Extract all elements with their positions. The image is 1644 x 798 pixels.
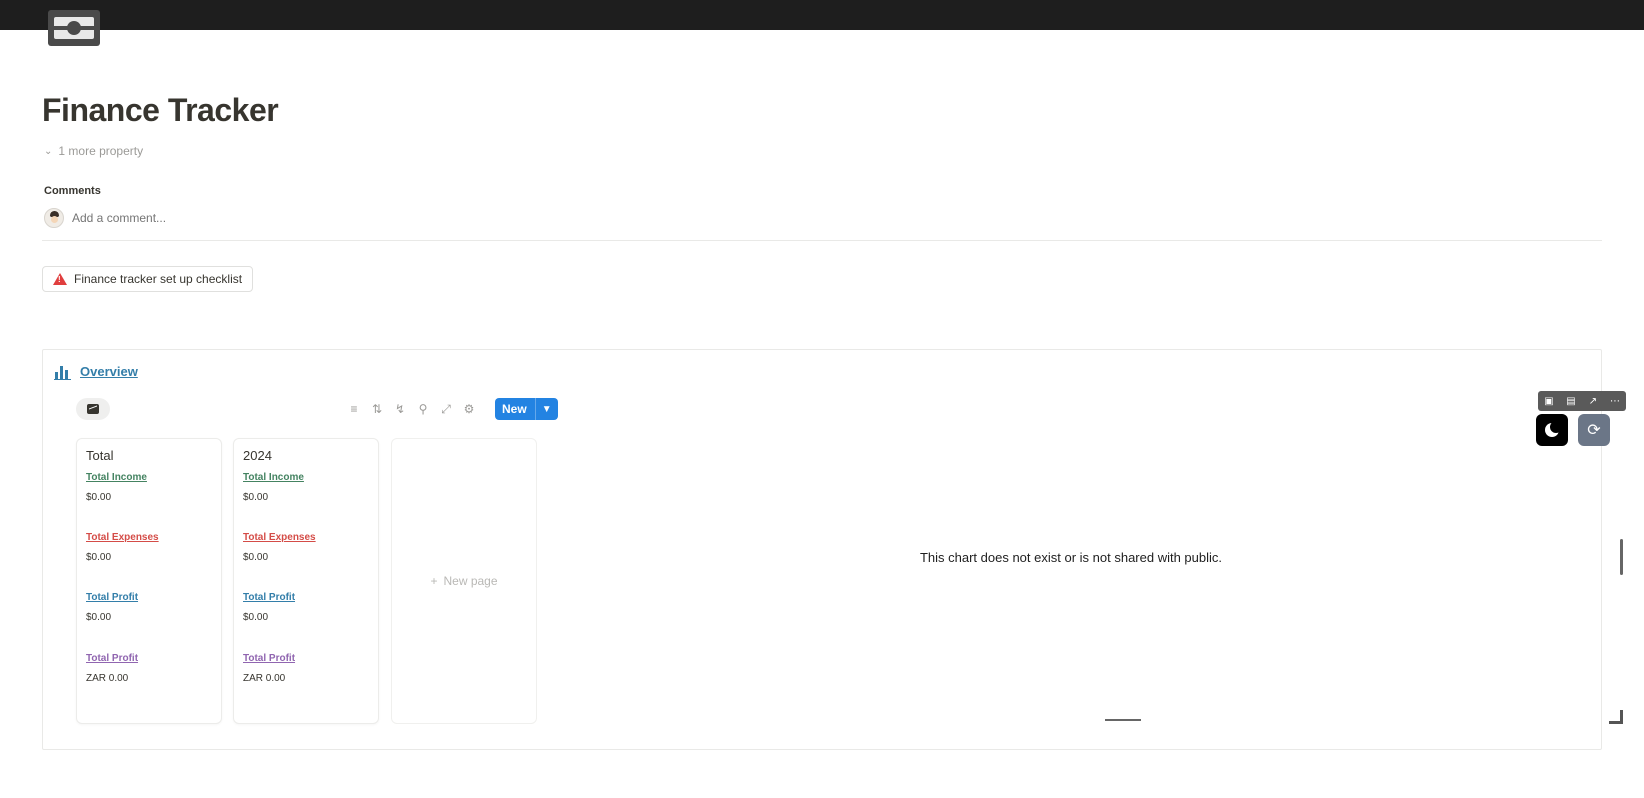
expand-icon[interactable]: ⤢	[437, 399, 455, 419]
refresh-icon: ⟳	[1587, 422, 1601, 439]
embed-toolbar: ▣ ▤ ↗ ⋯	[1538, 391, 1626, 411]
comment-icon[interactable]: ▣	[1538, 391, 1560, 411]
dark-mode-button[interactable]	[1536, 414, 1568, 446]
overview-header: Overview	[54, 364, 138, 380]
checklist-link-button[interactable]: Finance tracker set up checklist	[42, 266, 254, 292]
new-button[interactable]: New ▼	[495, 398, 558, 420]
page-title[interactable]: Finance Tracker	[42, 92, 279, 129]
new-page-label: New page	[443, 574, 498, 588]
field-value-total-expenses: $0.00	[86, 552, 112, 563]
field-value-total-profit: $0.00	[86, 612, 112, 623]
card-title: 2024	[243, 448, 272, 463]
more-options-icon[interactable]: ⋯	[1604, 391, 1626, 411]
comment-input[interactable]	[72, 211, 372, 225]
caption-icon[interactable]: ▤	[1560, 391, 1582, 411]
warning-icon	[53, 273, 67, 285]
new-button-label: New	[502, 402, 527, 416]
field-label-total-profit[interactable]: Total Profit	[243, 592, 295, 603]
database-toolbar: ≡ ⇅ ↯ ⚲ ⤢ ⚙ New ▼	[345, 398, 558, 420]
field-value-total-income: $0.00	[86, 492, 112, 503]
field-label-total-profit-zar[interactable]: Total Profit	[243, 653, 295, 664]
field-value-total-income: $0.00	[243, 492, 269, 503]
comments-label: Comments	[44, 185, 101, 197]
field-label-total-profit[interactable]: Total Profit	[86, 592, 138, 603]
open-external-icon[interactable]: ↗	[1582, 391, 1604, 411]
board-card-total[interactable]: Total Total Income $0.00 Total Expenses …	[76, 438, 222, 724]
avatar	[44, 208, 64, 228]
checklist-label: Finance tracker set up checklist	[74, 272, 243, 286]
chevron-down-icon: ⌄	[44, 145, 53, 157]
field-label-total-income[interactable]: Total Income	[86, 472, 147, 483]
field-label-total-income[interactable]: Total Income	[243, 472, 304, 483]
horizontal-scrollbar[interactable]	[1105, 719, 1141, 721]
more-property-label: 1 more property	[58, 144, 144, 158]
vertical-scrollbar[interactable]	[1620, 539, 1623, 575]
sort-icon[interactable]: ⇅	[368, 399, 386, 419]
field-label-total-expenses[interactable]: Total Expenses	[243, 532, 316, 543]
refresh-button[interactable]: ⟳	[1578, 414, 1610, 446]
view-tab-chart[interactable]	[76, 398, 110, 420]
field-value-total-profit-zar: ZAR 0.00	[86, 673, 129, 684]
more-property-toggle[interactable]: ⌄ 1 more property	[44, 144, 143, 158]
chart-view-icon	[87, 404, 99, 414]
overview-block: Overview ≡ ⇅ ↯ ⚲ ⤢ ⚙ New ▼ Total Total I…	[42, 349, 1626, 750]
top-bar	[0, 0, 1644, 30]
field-value-total-profit: $0.00	[243, 612, 269, 623]
card-title: Total	[86, 448, 114, 463]
new-page-button[interactable]: + New page	[391, 438, 537, 724]
divider	[42, 240, 1602, 241]
settings-icon[interactable]: ⚙	[460, 399, 478, 419]
bar-chart-icon	[54, 365, 71, 380]
resize-handle[interactable]	[1609, 710, 1623, 724]
overview-title-link[interactable]: Overview	[80, 364, 138, 379]
field-label-total-expenses[interactable]: Total Expenses	[86, 532, 159, 543]
filter-icon[interactable]: ≡	[345, 399, 363, 419]
moon-icon	[1545, 421, 1562, 437]
embedded-chart: ▣ ▤ ↗ ⋯ ⟳ This chart does not exist or i…	[551, 390, 1626, 740]
board-card-2024[interactable]: 2024 Total Income $0.00 Total Expenses $…	[233, 438, 379, 724]
field-value-total-expenses: $0.00	[243, 552, 269, 563]
automation-icon[interactable]: ↯	[391, 399, 409, 419]
field-value-total-profit-zar: ZAR 0.00	[243, 673, 286, 684]
plus-icon: +	[430, 574, 438, 588]
chart-message: This chart does not exist or is not shar…	[919, 550, 1223, 565]
field-label-total-profit-zar[interactable]: Total Profit	[86, 653, 138, 664]
comment-row	[44, 208, 372, 228]
money-bill-icon[interactable]	[48, 10, 100, 46]
search-icon[interactable]: ⚲	[414, 399, 432, 419]
